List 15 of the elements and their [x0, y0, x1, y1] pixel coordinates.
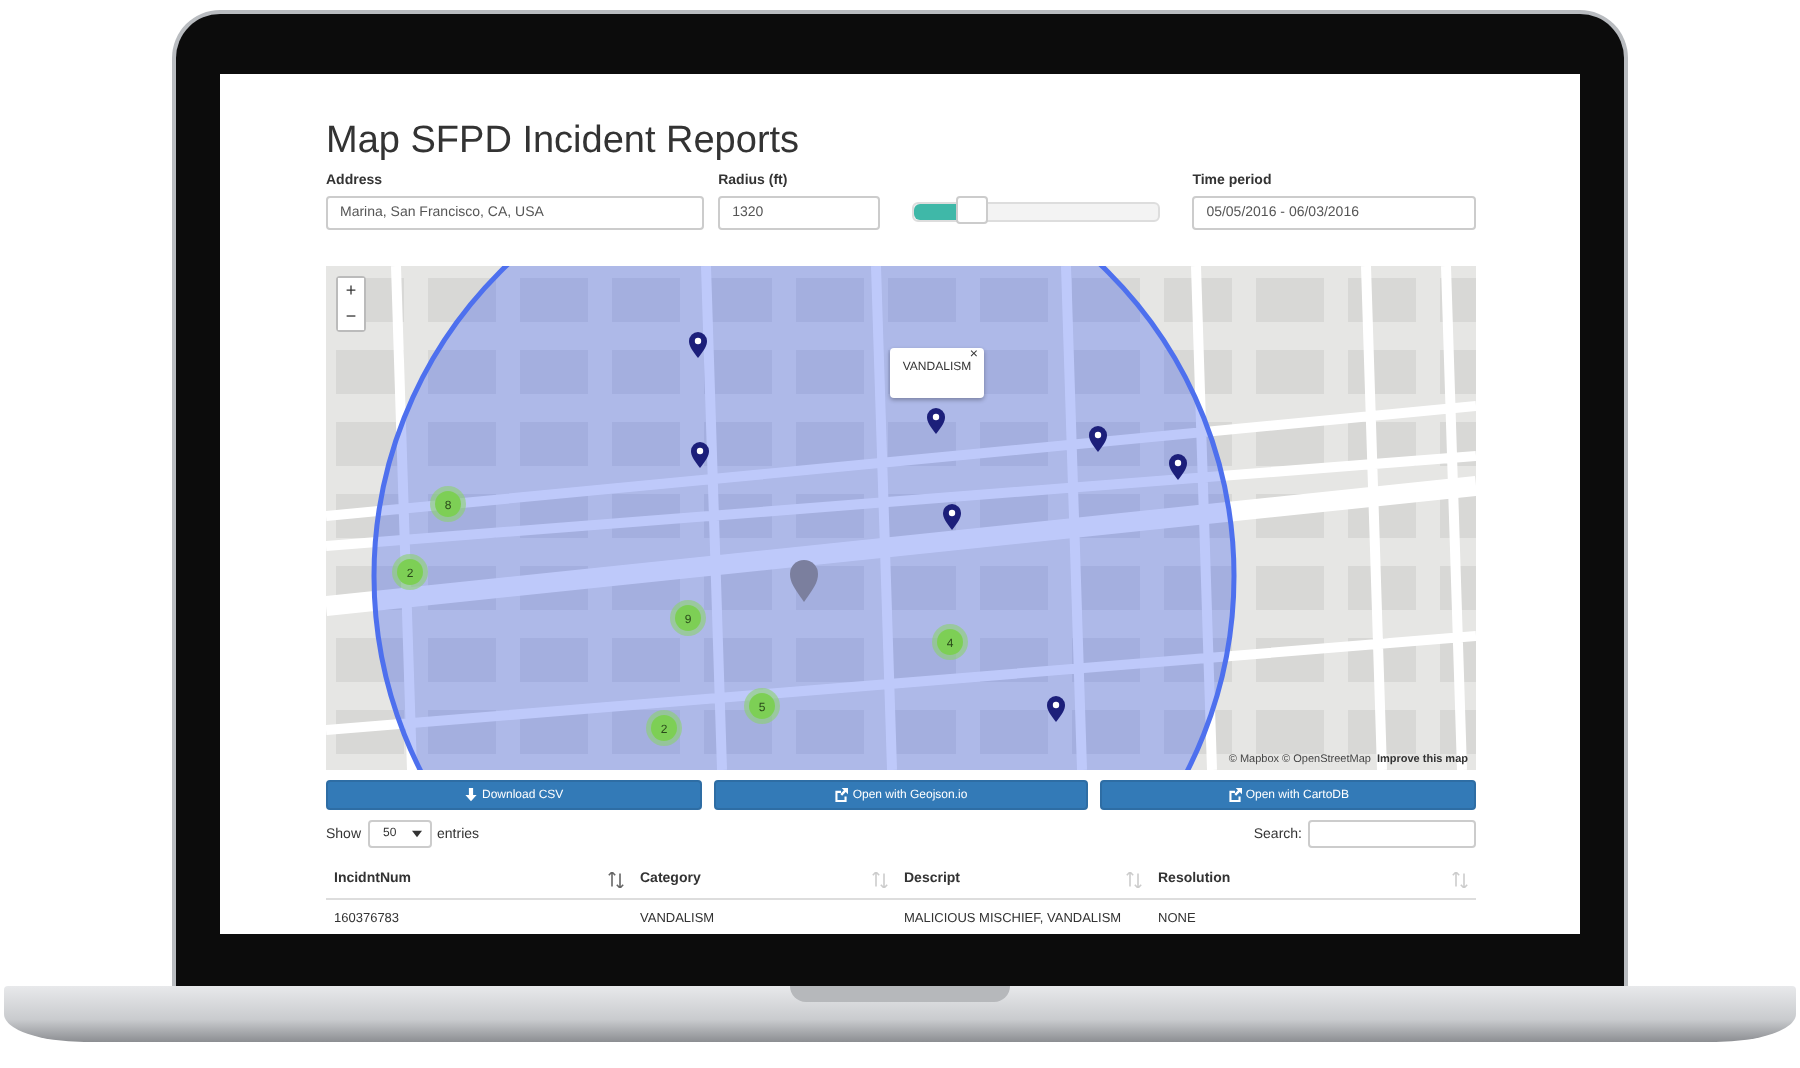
external-link-icon [834, 788, 849, 802]
slider-handle[interactable] [955, 196, 988, 224]
map-pin-icon[interactable] [927, 408, 945, 434]
caret-icon [411, 830, 422, 838]
location-pin-icon [790, 560, 818, 602]
map-pin-icon[interactable] [1169, 454, 1187, 480]
page-title: Map SFPD Incident Reports [326, 118, 802, 166]
search-field[interactable] [1308, 820, 1476, 848]
map-pin-icon[interactable] [1047, 696, 1065, 722]
map-pin-icon[interactable] [943, 504, 961, 530]
map-pin-icon[interactable] [689, 332, 707, 358]
map-pin-icon[interactable] [691, 442, 709, 468]
download-icon [463, 788, 478, 802]
map-pin-icon[interactable] [1089, 426, 1107, 452]
external-link-icon [1227, 788, 1242, 802]
